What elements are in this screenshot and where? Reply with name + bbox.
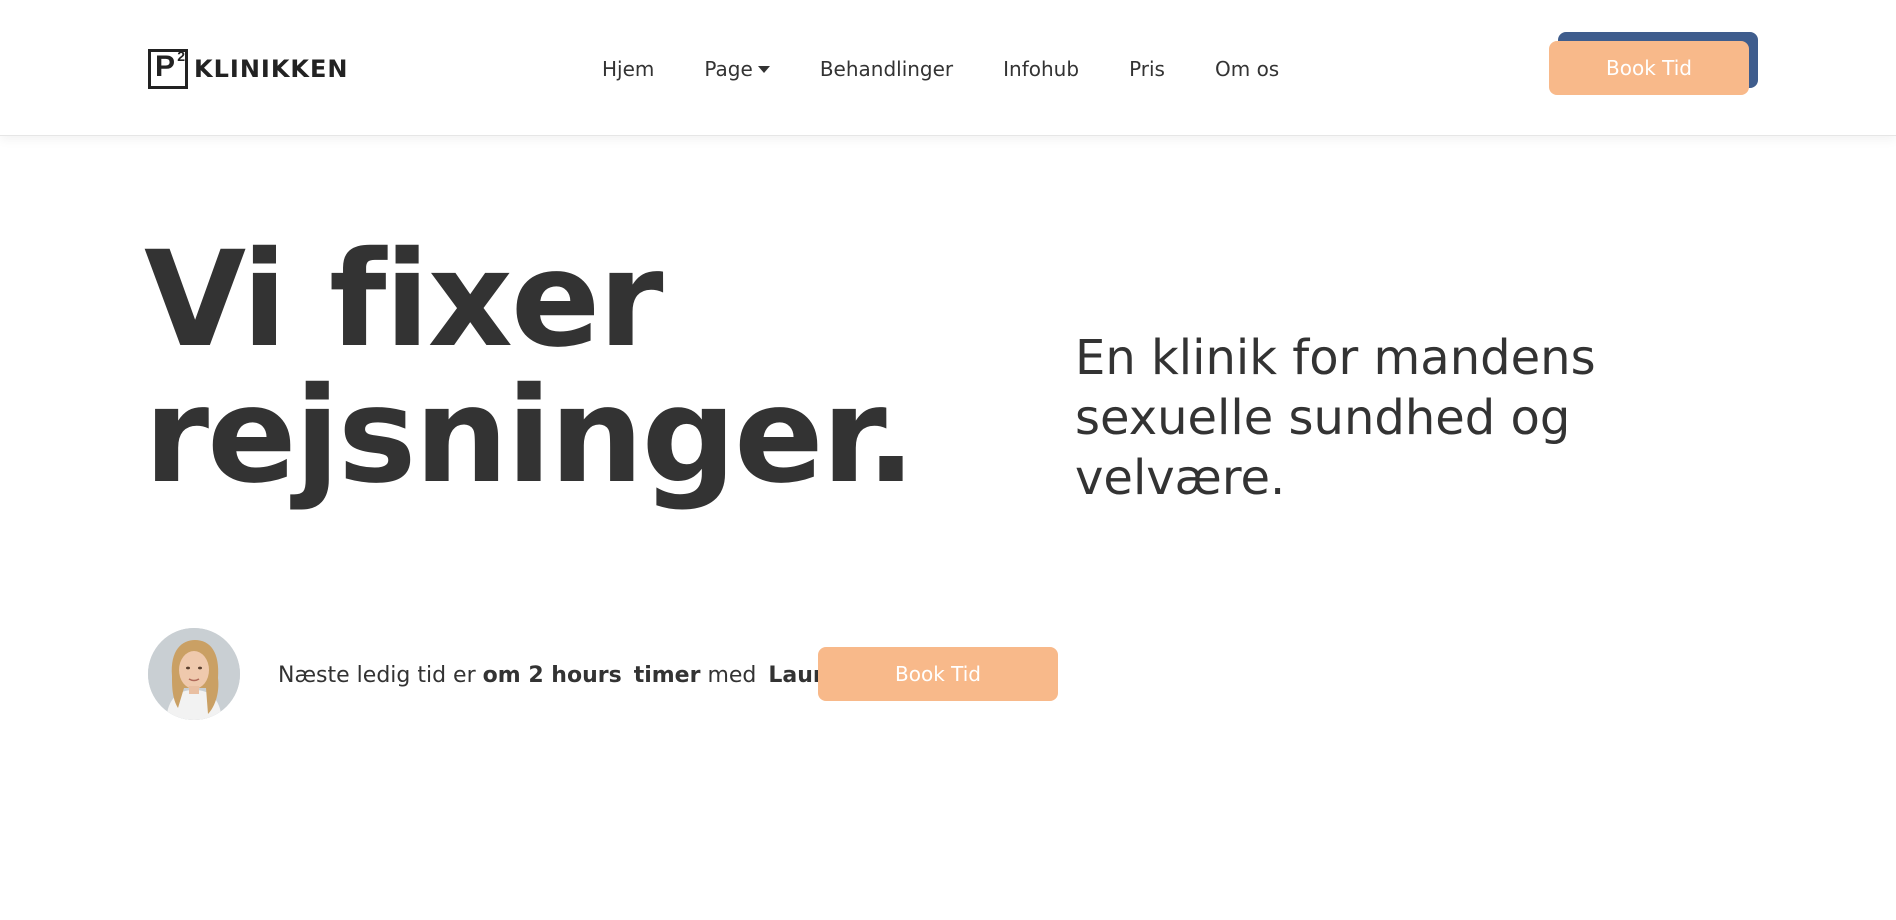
logo[interactable]: P 2 KLINIKKEN: [148, 48, 349, 90]
logo-superscript: 2: [177, 48, 185, 64]
next-available-text: Næste ledig tid er om 2 hours timer med …: [278, 660, 839, 690]
nav-item-label: Infohub: [1003, 57, 1080, 81]
nav-item-label: Page: [704, 57, 753, 81]
site-header: P 2 KLINIKKEN Hjem Page Behandlinger Inf…: [0, 0, 1896, 136]
nav-item-label: Pris: [1129, 57, 1165, 81]
nav-item-page[interactable]: Page: [704, 57, 770, 81]
hero-title-line2: rejsninger.: [144, 359, 916, 513]
next-available-with: med: [707, 662, 757, 688]
avatar-portrait-icon: [148, 628, 240, 720]
nav-item-label: Hjem: [602, 57, 655, 81]
avatar: [148, 628, 240, 720]
logo-mark-icon: P 2: [148, 48, 188, 89]
next-available-time: om 2 hours: [482, 662, 622, 688]
availability-book-button[interactable]: Book Tid: [818, 647, 1058, 701]
logo-text: KLINIKKEN: [194, 55, 349, 83]
nav-item-label: Behandlinger: [819, 57, 954, 81]
logo-letter: P: [155, 50, 176, 83]
nav-item-label: Om os: [1214, 57, 1280, 81]
header-book-button[interactable]: Book Tid: [1549, 41, 1749, 95]
nav-item-pris[interactable]: Pris: [1129, 57, 1165, 81]
nav-item-behandlinger[interactable]: Behandlinger: [820, 57, 953, 81]
caret-down-icon: [757, 65, 770, 73]
nav-item-infohub[interactable]: Infohub: [1003, 57, 1079, 81]
nav-item-hjem[interactable]: Hjem: [602, 57, 654, 81]
next-available-prefix: Næste ledig tid er: [278, 662, 476, 688]
hero-title-line1: Vi fixer: [144, 223, 663, 377]
hero-subtitle: En klinik for mandens sexuelle sundhed o…: [1075, 330, 1596, 506]
next-available-unit: timer: [633, 662, 701, 688]
main-nav: Hjem Page Behandlinger Infohub Pris Om o…: [602, 54, 1329, 84]
nav-item-om-os[interactable]: Om os: [1215, 57, 1279, 81]
hero-title: Vi fixer rejsninger.: [144, 232, 944, 504]
